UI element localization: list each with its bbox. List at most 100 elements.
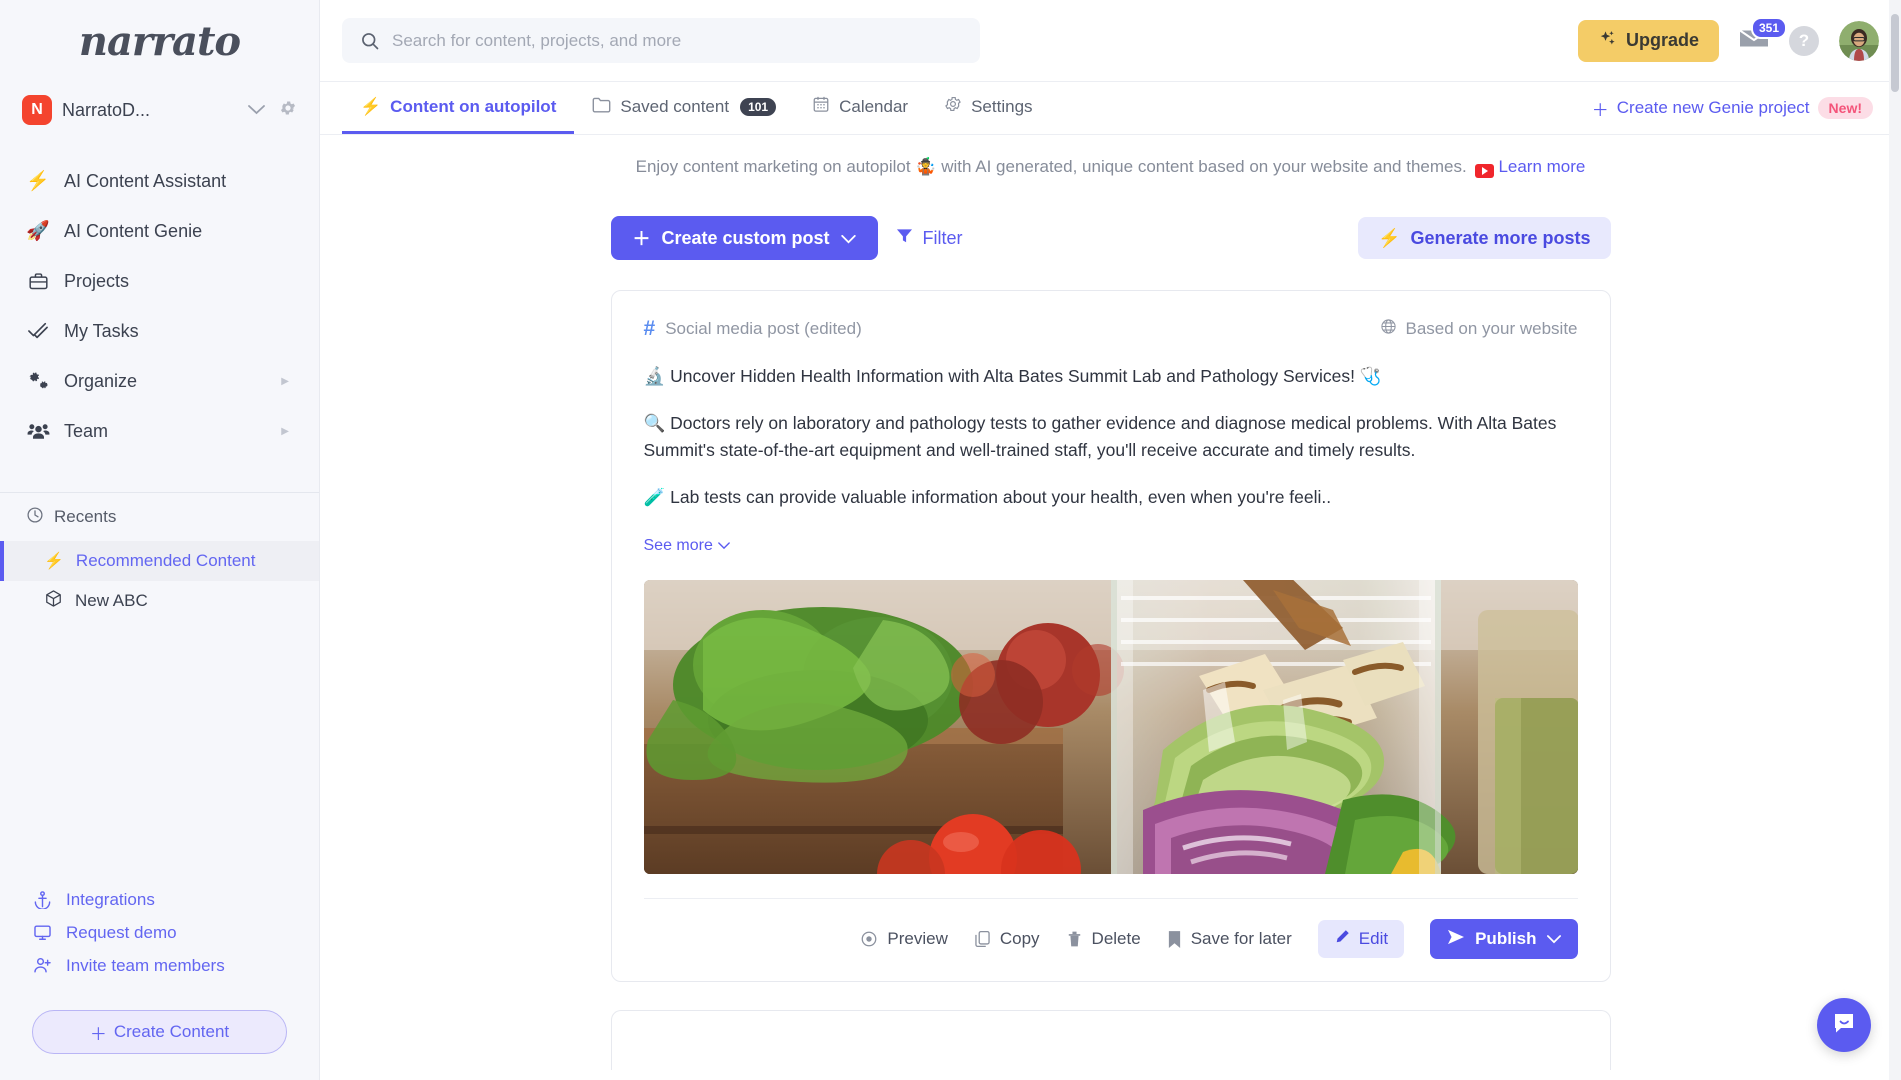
double-check-icon (26, 321, 50, 341)
recent-item-recommended-content[interactable]: ⚡ Recommended Content (0, 541, 319, 581)
sidebar-item-request-demo[interactable]: Request demo (0, 916, 319, 949)
tab-settings[interactable]: Settings (926, 82, 1050, 134)
chevron-down-icon[interactable] (248, 102, 265, 119)
copy-label: Copy (999, 929, 1040, 948)
sidebar: narrato N NarratoD... ⚡ AI Content Assis… (0, 0, 320, 1080)
workspace-switcher[interactable]: N NarratoD... (0, 82, 319, 138)
post-image-graphic (643, 580, 1578, 874)
sidebar-item-projects[interactable]: Projects (0, 256, 319, 306)
lightning-icon: ⚡ (360, 96, 382, 116)
sidebar-item-label: Projects (64, 270, 130, 291)
tab-content-on-autopilot[interactable]: ⚡ Content on autopilot (342, 82, 575, 134)
global-search[interactable] (342, 18, 980, 63)
cube-icon (44, 589, 63, 613)
generate-more-posts-button[interactable]: ⚡ Generate more posts (1358, 217, 1611, 259)
edit-label: Edit (1358, 929, 1389, 948)
chevron-down-icon (718, 542, 730, 550)
sidebar-item-invite-team-members[interactable]: Invite team members (0, 949, 319, 982)
post-paragraph: 🔬 Uncover Hidden Health Information with… (643, 366, 1382, 386)
gears-icon (26, 370, 50, 392)
publish-button[interactable]: Publish (1430, 919, 1578, 959)
folder-icon (592, 96, 611, 118)
content-scroll-area[interactable]: Enjoy content marketing on autopilot 🤹 w… (320, 135, 1901, 1080)
publish-label: Publish (1475, 929, 1537, 948)
post-card-header: # Social media post (edited) Based on yo… (644, 317, 1578, 341)
copy-button[interactable]: Copy (974, 929, 1040, 949)
upgrade-button[interactable]: Upgrade (1577, 19, 1719, 62)
plus-icon: ＋ (632, 229, 651, 249)
recent-item-new-abc[interactable]: New ABC (0, 581, 319, 621)
notification-badge: 351 (1751, 17, 1788, 39)
chat-support-button[interactable] (1817, 998, 1871, 1052)
see-more-button[interactable]: See more (644, 534, 730, 558)
create-content-button[interactable]: ＋ Create Content (32, 1010, 287, 1054)
main-area: Upgrade 351 ? (320, 0, 1901, 1080)
monitor-icon (32, 923, 53, 942)
notifications-button[interactable]: 351 (1739, 17, 1788, 55)
edit-button[interactable]: Edit (1317, 920, 1405, 958)
sidebar-item-label: Team (64, 420, 109, 441)
content-action-row: ＋ Create custom post Filter ⚡ Generate m… (610, 216, 1611, 260)
scrollbar-thumb[interactable] (1891, 14, 1899, 92)
copy-icon (974, 930, 991, 948)
rocket-icon: 🚀 (26, 221, 50, 242)
chevron-right-icon: ▶ (281, 375, 289, 387)
genie-link-label: Create new Genie project (1616, 98, 1810, 117)
search-icon (360, 31, 380, 51)
post-body: 🔬 Uncover Hidden Health Information with… (644, 363, 1578, 558)
saved-content-count: 101 (740, 97, 777, 116)
sidebar-item-my-tasks[interactable]: My Tasks (0, 306, 319, 356)
chevron-down-icon (1546, 929, 1561, 949)
workspace-avatar: N (22, 95, 52, 125)
sidebar-item-ai-content-assistant[interactable]: ⚡ AI Content Assistant (0, 156, 319, 206)
gear-icon[interactable] (279, 99, 297, 122)
sidebar-item-ai-content-genie[interactable]: 🚀 AI Content Genie (0, 206, 319, 256)
save-for-later-button[interactable]: Save for later (1167, 929, 1292, 949)
save-for-later-label: Save for later (1190, 929, 1292, 948)
sidebar-item-label: AI Content Genie (64, 220, 203, 241)
app-logo[interactable]: narrato (0, 0, 319, 82)
content-scrollbar[interactable] (1889, 0, 1901, 1080)
youtube-icon (1475, 164, 1495, 178)
user-plus-icon (32, 956, 53, 975)
tab-calendar[interactable]: Calendar (794, 82, 926, 134)
sidebar-item-label: Organize (64, 370, 138, 391)
user-avatar[interactable] (1839, 20, 1879, 61)
help-button[interactable]: ? (1789, 25, 1819, 56)
generate-more-posts-label: Generate more posts (1410, 227, 1591, 248)
see-more-label: See more (643, 537, 713, 554)
recents-title: Recents (54, 507, 117, 526)
filter-button[interactable]: Filter (896, 228, 963, 249)
next-post-card-preview[interactable] (610, 1010, 1611, 1070)
sidebar-item-integrations[interactable]: Integrations (0, 883, 319, 916)
delete-button[interactable]: Delete (1066, 929, 1141, 949)
avatar-image (1839, 20, 1879, 61)
gear-icon (944, 95, 962, 118)
post-type-label: Social media post (edited) (665, 319, 862, 338)
plus-icon: ＋ (1591, 100, 1609, 120)
search-input[interactable] (392, 30, 962, 51)
tab-saved-content[interactable]: Saved content 101 (574, 82, 794, 134)
eye-icon (860, 930, 878, 948)
help-label: ? (1798, 30, 1810, 50)
post-image[interactable] (643, 580, 1578, 874)
recents-header: Recents (0, 493, 319, 541)
learn-more-link[interactable]: Learn more (1498, 157, 1585, 176)
new-badge: New! (1817, 97, 1873, 119)
tab-label: Content on autopilot (390, 96, 557, 116)
trash-icon (1066, 930, 1083, 948)
sidebar-item-organize[interactable]: Organize ▶ (0, 356, 319, 406)
upgrade-label: Upgrade (1625, 30, 1699, 50)
post-paragraph: 🔍 Doctors rely on laboratory and patholo… (643, 413, 1557, 460)
lightning-icon: ⚡ (1378, 227, 1401, 248)
sidebar-item-team[interactable]: Team ▶ (0, 406, 319, 456)
preview-button[interactable]: Preview (860, 929, 948, 949)
sidebar-item-label: AI Content Assistant (64, 170, 227, 191)
create-new-genie-project-link[interactable]: ＋ Create new Genie project New! (1592, 82, 1879, 134)
autopilot-banner: Enjoy content marketing on autopilot 🤹 w… (320, 135, 1901, 186)
tab-label: Calendar (839, 96, 909, 116)
calendar-icon (812, 95, 830, 118)
create-custom-post-button[interactable]: ＋ Create custom post (610, 216, 878, 260)
post-card: # Social media post (edited) Based on yo… (610, 290, 1611, 982)
app-root: narrato N NarratoD... ⚡ AI Content Assis… (0, 0, 1901, 1080)
